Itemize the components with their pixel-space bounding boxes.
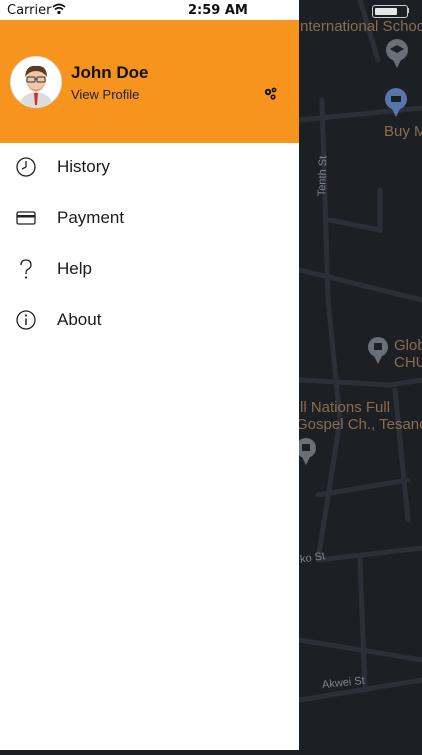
- credit-card-icon: [16, 211, 36, 225]
- menu-label-help: Help: [57, 259, 92, 278]
- status-time: 2:59 AM: [188, 3, 248, 18]
- user-name: John Doe: [71, 63, 149, 82]
- menu-label-about: About: [57, 310, 102, 329]
- map-label-church-2: Gospel Ch., Tesano: [296, 416, 422, 433]
- gears-icon[interactable]: [263, 86, 279, 102]
- map-label-globe-2: CHU: [394, 354, 422, 371]
- battery-tip: [407, 8, 409, 13]
- carrier-label: Carrier: [7, 3, 52, 18]
- map-label-buy: Buy M: [384, 123, 422, 140]
- avatar-illustration: [11, 57, 61, 107]
- avatar[interactable]: [10, 56, 62, 108]
- navigation-drawer: John Doe View Profile History Payment He…: [0, 0, 299, 750]
- status-bar: Carrier 2:59 AM: [0, 0, 422, 20]
- view-profile-link[interactable]: View Profile: [71, 87, 139, 102]
- menu-label-payment: Payment: [57, 208, 125, 227]
- menu-label-history: History: [57, 157, 110, 176]
- map-label-school: nternational School: [300, 18, 422, 35]
- menu-item-history[interactable]: History: [0, 143, 299, 193]
- map-label-church-1: ll Nations Full: [300, 399, 391, 416]
- info-icon: [16, 310, 36, 330]
- clock-icon: [16, 157, 36, 177]
- map-label-tenth-st: Tenth St: [316, 155, 330, 197]
- wifi-icon: [52, 3, 66, 15]
- menu-item-about[interactable]: About: [0, 296, 299, 346]
- battery-icon: [372, 5, 408, 18]
- question-mark-icon: [20, 259, 32, 279]
- menu-item-help[interactable]: Help: [0, 245, 299, 295]
- menu-item-payment[interactable]: Payment: [0, 194, 299, 244]
- map-label-globe-1: Glob: [394, 337, 422, 354]
